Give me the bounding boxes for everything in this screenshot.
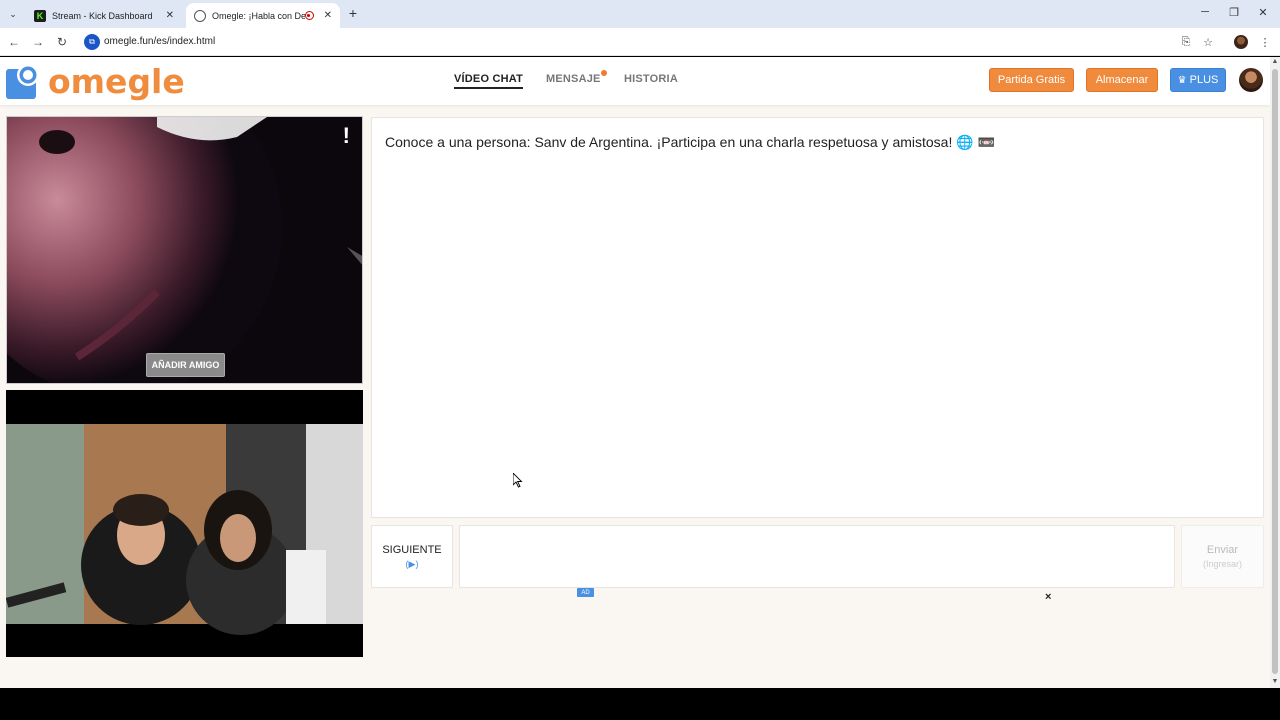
tab-search-chevron-icon[interactable]: ⌄: [4, 5, 22, 23]
free-match-button[interactable]: Partida Gratis: [989, 68, 1074, 92]
bookmark-star-icon[interactable]: ☆: [1201, 35, 1215, 49]
site-info-icon[interactable]: ⧉: [84, 34, 100, 50]
nav-video-chat[interactable]: VÍDEO CHAT: [454, 73, 524, 89]
send-button[interactable]: Enviar (Ingresar): [1181, 525, 1264, 588]
scroll-thumb[interactable]: [1272, 69, 1278, 674]
minimize-icon[interactable]: ─: [1198, 6, 1212, 18]
tab-title: Omegle: ¡Habla con Descon: [212, 10, 305, 21]
site-header: omegle VÍDEO CHAT MENSAJE HISTORIA Parti…: [0, 57, 1270, 105]
scroll-down-icon[interactable]: ▼: [1271, 678, 1279, 685]
omegle-logo-icon: [6, 64, 39, 99]
send-label: Enviar: [1206, 544, 1239, 556]
logo-text: omegle: [48, 61, 185, 101]
browser-tab-bar: ⌄ K Stream - Kick Dashboard ✕ Omegle: ¡H…: [0, 0, 1280, 28]
back-arrow-icon[interactable]: ←: [6, 34, 22, 50]
page-scrollbar[interactable]: ▲ ▼: [1270, 57, 1280, 688]
plus-label: PLUS: [1189, 74, 1219, 86]
close-tab-icon[interactable]: ✕: [166, 10, 174, 21]
nav-mensaje-label: MENSAJE: [546, 73, 601, 85]
page: omegle VÍDEO CHAT MENSAJE HISTORIA Parti…: [0, 57, 1270, 688]
scroll-up-icon[interactable]: ▲: [1271, 58, 1279, 65]
new-tab-button[interactable]: +: [346, 5, 360, 21]
kick-icon: K: [34, 9, 46, 22]
store-button[interactable]: Almacenar: [1086, 68, 1158, 92]
forward-arrow-icon[interactable]: →: [30, 34, 46, 50]
url-text: omegle.fun/es/index.html: [104, 36, 216, 47]
chat-log: Conoce a una persona: Sanv de Argentina.…: [371, 117, 1264, 518]
crown-icon: ♛: [1177, 74, 1187, 86]
restore-icon[interactable]: ❐: [1227, 6, 1241, 19]
plus-button[interactable]: ♛ PLUS: [1170, 68, 1226, 92]
notification-dot: [600, 70, 607, 76]
browser-tab-omegle[interactable]: Omegle: ¡Habla con Descon ✕: [186, 3, 340, 28]
ad-badge[interactable]: AD: [577, 588, 594, 597]
browser-tab-kick[interactable]: K Stream - Kick Dashboard ✕: [26, 3, 182, 28]
remote-video: ! AÑADIR AMIGO: [6, 116, 363, 384]
recording-icon: [304, 11, 314, 20]
send-shortcut-hint: (Ingresar): [1202, 559, 1242, 569]
url-field[interactable]: ⧉ omegle.fun/es/index.html: [82, 32, 1222, 52]
user-avatar[interactable]: [1239, 68, 1263, 92]
window-close-icon[interactable]: ✕: [1256, 6, 1270, 19]
reload-icon[interactable]: ↻: [54, 34, 70, 50]
next-button[interactable]: SIGUIENTE (▶): [371, 525, 453, 588]
globe-icon: [194, 9, 206, 22]
install-app-icon[interactable]: ⎘: [1179, 35, 1193, 49]
local-video-frame: [6, 390, 363, 657]
profile-avatar-icon[interactable]: [1234, 35, 1248, 49]
remote-video-frame: [7, 117, 362, 383]
add-friend-button[interactable]: AÑADIR AMIGO: [146, 353, 225, 377]
report-icon[interactable]: !: [343, 123, 350, 149]
screen-bottom-bar: [0, 688, 1280, 720]
next-shortcut-hint: (▶): [405, 558, 419, 569]
address-bar-row: ← → ↻ ⧉ omegle.fun/es/index.html ⎘ ☆ ⋮: [0, 28, 1280, 56]
kebab-menu-icon[interactable]: ⋮: [1258, 35, 1272, 49]
nav-historia[interactable]: HISTORIA: [624, 73, 678, 85]
ad-close-icon[interactable]: ×: [1045, 591, 1051, 603]
close-tab-icon[interactable]: ✕: [324, 10, 332, 21]
omegle-logo[interactable]: omegle: [6, 61, 185, 101]
message-input[interactable]: [459, 525, 1175, 588]
tab-title: Stream - Kick Dashboard: [52, 10, 153, 21]
next-label: SIGUIENTE: [382, 543, 442, 556]
system-message: Conoce a una persona: Sanv de Argentina.…: [385, 134, 995, 150]
mouse-cursor-icon: [513, 473, 523, 488]
local-video: [6, 390, 363, 657]
nav-mensaje[interactable]: MENSAJE: [546, 70, 607, 85]
